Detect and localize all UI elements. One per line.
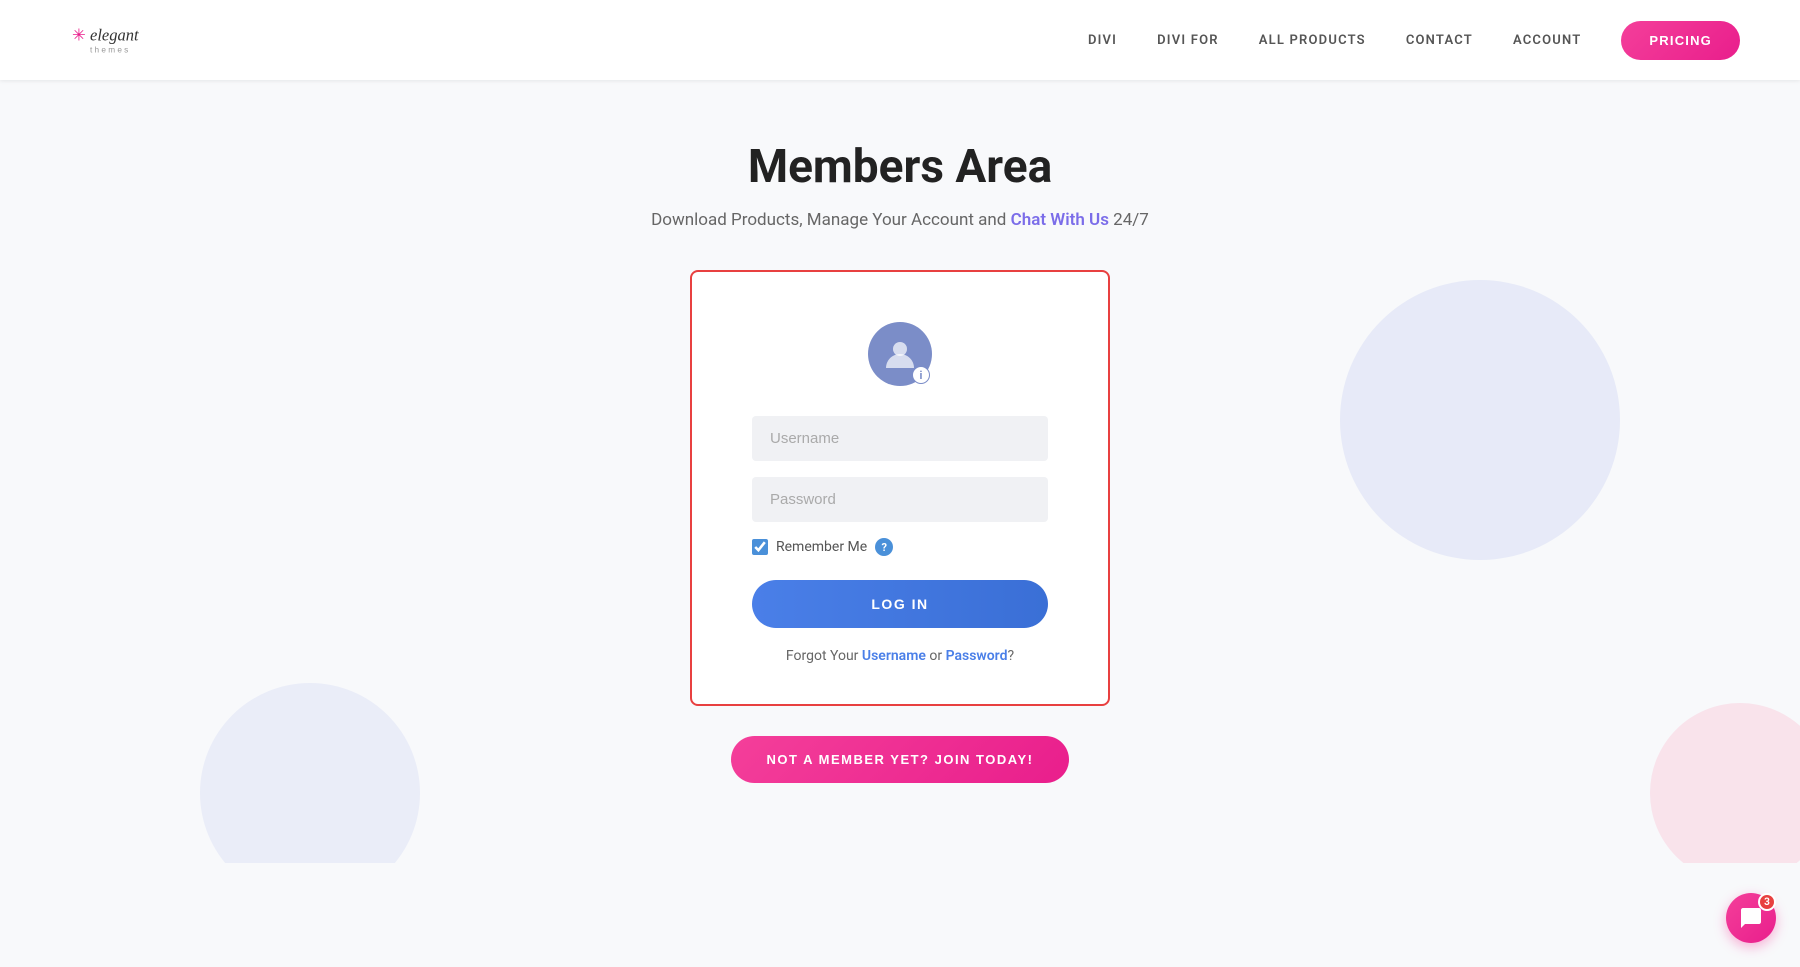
remember-help-icon[interactable]: ? — [875, 538, 893, 556]
user-avatar-area: i — [752, 322, 1048, 386]
avatar-badge: i — [912, 366, 930, 384]
page-title: Members Area — [748, 140, 1052, 194]
logo[interactable]: elegant themes ✳ — [60, 15, 180, 65]
background-blob-right — [1340, 280, 1620, 560]
chat-icon — [1739, 906, 1763, 930]
password-input[interactable] — [752, 477, 1048, 522]
remember-me-row: Remember Me ? — [752, 538, 1048, 556]
username-group — [752, 416, 1048, 461]
nav-item-all-products[interactable]: ALL PRODUCTS — [1259, 33, 1366, 48]
pricing-button[interactable]: PRICING — [1621, 21, 1740, 60]
forgot-pre-text: Forgot Your — [786, 648, 862, 664]
nav-item-contact[interactable]: CONTACT — [1406, 33, 1473, 48]
background-blob-bottom-right — [1650, 703, 1800, 863]
subtitle-text-pre: Download Products, Manage Your Account a… — [651, 210, 1010, 230]
login-card: i Remember Me ? LOG IN Forgot Your Usern… — [690, 270, 1110, 706]
main-nav: DIVI DIVI FOR ALL PRODUCTS CONTACT ACCOU… — [1088, 21, 1740, 60]
main-content: Members Area Download Products, Manage Y… — [0, 80, 1800, 863]
remember-me-label: Remember Me — [776, 539, 867, 555]
svg-text:elegant: elegant — [90, 25, 139, 44]
site-header: elegant themes ✳ DIVI DIVI FOR ALL PRODU… — [0, 0, 1800, 80]
chat-with-us-link[interactable]: Chat With Us — [1011, 210, 1109, 230]
forgot-links-row: Forgot Your Username or Password? — [752, 648, 1048, 664]
chat-widget[interactable]: 3 — [1726, 893, 1776, 943]
user-icon — [882, 336, 918, 372]
svg-text:✳: ✳ — [72, 26, 86, 44]
nav-item-account[interactable]: ACCOUNT — [1513, 33, 1581, 48]
chat-badge: 3 — [1758, 893, 1776, 911]
password-group — [752, 477, 1048, 522]
username-input[interactable] — [752, 416, 1048, 461]
page-subtitle: Download Products, Manage Your Account a… — [651, 210, 1149, 230]
subtitle-text-post: 24/7 — [1109, 210, 1149, 230]
forgot-or-text: or — [926, 648, 946, 664]
nav-item-divi[interactable]: DIVI — [1088, 33, 1117, 48]
svg-text:themes: themes — [90, 45, 131, 54]
nav-item-divi-for[interactable]: DIVI FOR — [1157, 33, 1219, 48]
remember-me-checkbox[interactable] — [752, 539, 768, 555]
login-button[interactable]: LOG IN — [752, 580, 1048, 628]
forgot-post-text: ? — [1007, 648, 1014, 664]
background-blob-bottom-left — [200, 683, 420, 863]
forgot-password-link[interactable]: Password — [946, 648, 1008, 664]
join-today-button[interactable]: NOT A MEMBER YET? JOIN TODAY! — [731, 736, 1070, 783]
avatar: i — [868, 322, 932, 386]
forgot-username-link[interactable]: Username — [862, 648, 926, 664]
